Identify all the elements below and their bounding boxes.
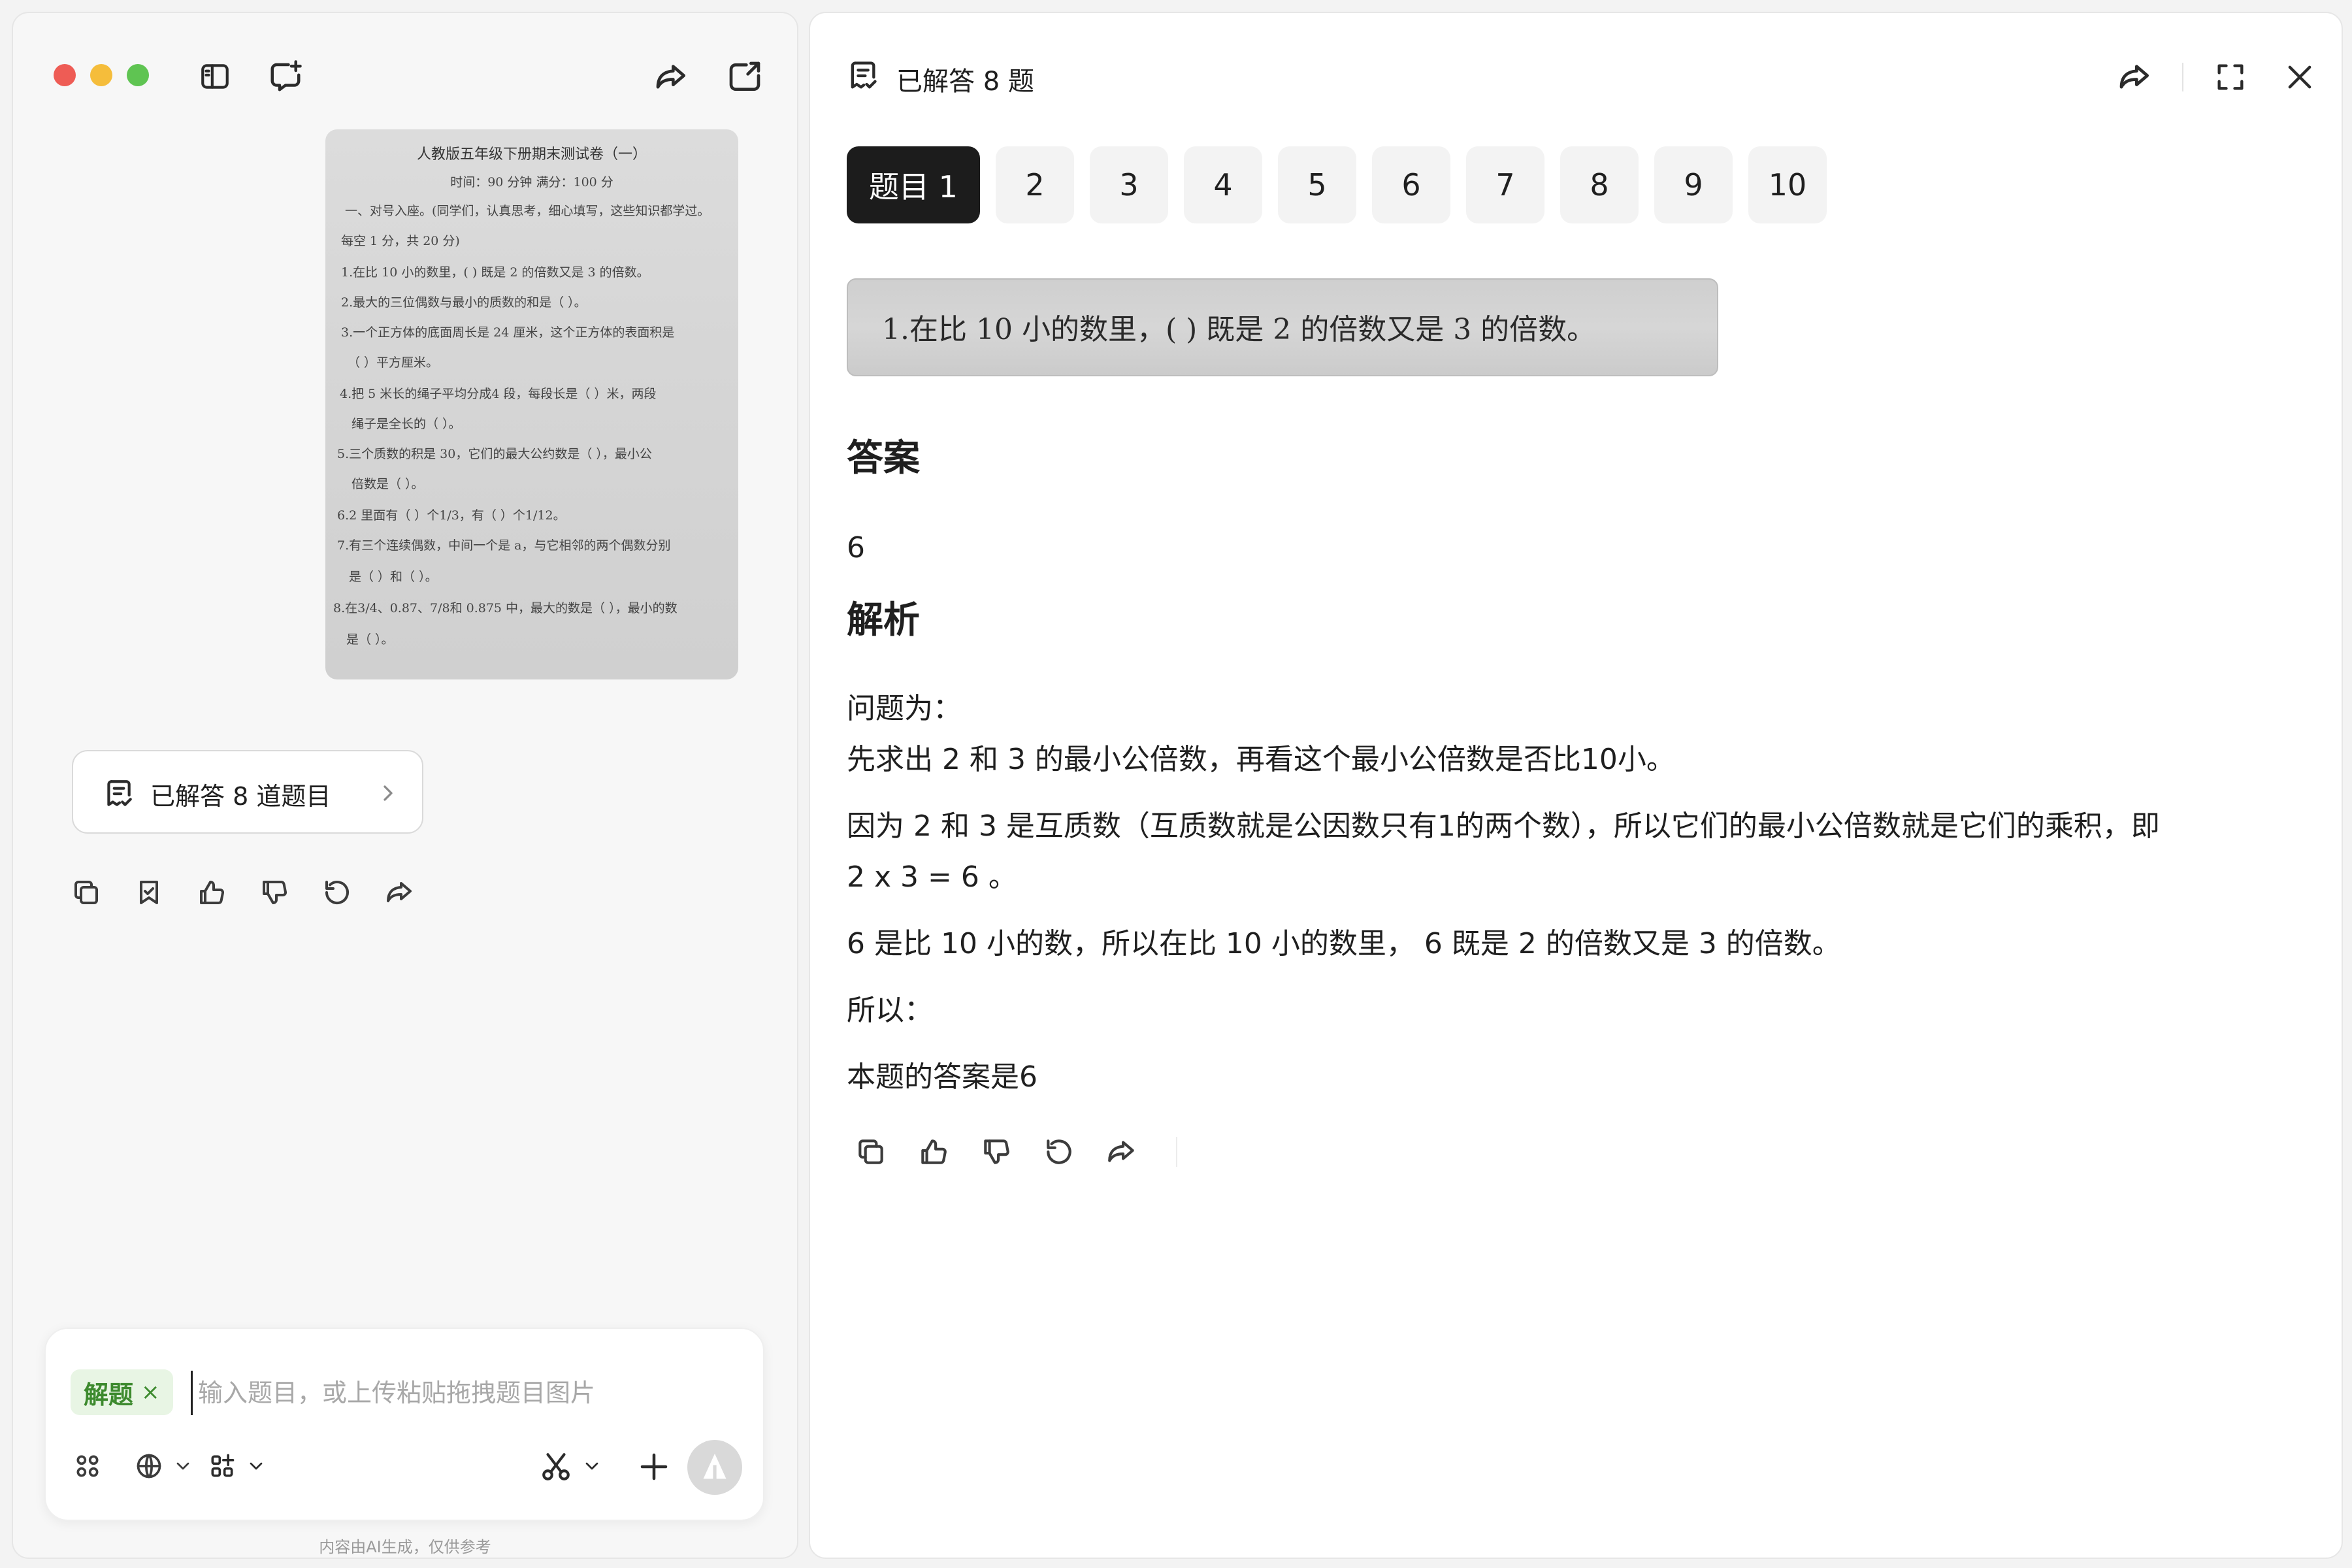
tab-question-5[interactable]: 5 [1278,146,1356,223]
chat-window: 人教版五年级下册期末测试卷（一） 时间：90 分钟 满分：100 分 一、对号入… [12,12,798,1559]
analysis-paragraph: 本题的答案是6 [847,1060,1037,1094]
ai-disclaimer: 内容由AI生成，仅供参考 [319,1538,491,1556]
copy-icon[interactable] [71,877,102,908]
zoom-window-button[interactable] [127,64,149,86]
analysis-paragraph: 因为 2 和 3 是互质数（互质数就是公因数只有1的两个数），所以它们的最小公倍… [847,809,2160,843]
tab-question-8[interactable]: 8 [1560,146,1639,223]
message-composer: 解题 × [44,1328,764,1521]
question-tabs: 题目 1 2 3 4 5 6 7 8 9 10 [847,146,1827,223]
exam-line: 绳子是全长的（ ）。 [351,417,461,431]
tab-question-1[interactable]: 题目 1 [847,146,980,223]
skill-chip[interactable]: 解题 × [71,1369,173,1415]
share-message-icon[interactable] [1105,1135,1138,1168]
tab-question-3[interactable]: 3 [1090,146,1168,223]
remove-skill-icon[interactable]: × [141,1379,160,1405]
share-icon[interactable] [653,59,690,95]
exam-line: 一、对号入座。(同学们，认真思考，细心填写，这些知识都学过。 [345,204,710,218]
share-message-icon[interactable] [384,877,416,908]
sidebar-toggle-icon[interactable] [199,60,231,93]
send-button[interactable] [687,1440,742,1495]
exam-line: 8.在3/4、0.87、7/8和 0.875 中，最大的数是（ ），最小的数 [333,601,678,615]
exam-line: 时间：90 分钟 满分：100 分 [450,175,613,189]
exam-line: 5.三个质数的积是 30，它们的最大公约数是（ ），最小公 [337,447,652,461]
panel-title: 已解答 8 题 [896,67,1034,97]
exam-line: 是（ ）。 [346,632,394,647]
exam-line: 1.在比 10 小的数里，( ) 既是 2 的倍数又是 3 的倍数。 [341,265,649,280]
exam-line: 倍数是（ ）。 [351,477,424,491]
exam-line: 每空 1 分，共 20 分) [341,234,460,248]
analysis-paragraph: 6 是比 10 小的数，所以在比 10 小的数里， 6 既是 2 的倍数又是 3… [847,927,1841,960]
solution-panel: 已解答 8 题 题目 1 2 3 4 5 6 7 8 9 10 1.在比 10 … [809,12,2343,1559]
tools-icon[interactable] [73,1452,102,1480]
close-window-button[interactable] [54,64,76,86]
analysis-heading: 解析 [847,599,920,642]
analysis-paragraph: 先求出 2 和 3 的最小公倍数，再看这个最小公倍数是否比10小。 [847,743,1675,776]
thumbs-down-icon[interactable] [980,1135,1013,1168]
add-attachment-icon[interactable] [636,1449,672,1484]
chevron-down-icon[interactable] [172,1456,193,1477]
message-input[interactable] [191,1371,748,1415]
analysis-paragraph: 2 x 3 = 6 。 [847,860,1017,894]
tab-question-7[interactable]: 7 [1466,146,1544,223]
new-chat-icon[interactable] [268,59,303,94]
exam-line: 3.一个正方体的底面周长是 24 厘米，这个正方体的表面积是 [341,325,675,340]
question-crop-image: 1.在比 10 小的数里，( ) 既是 2 的倍数又是 3 的倍数。 [847,278,1718,376]
exam-paper-image[interactable]: 人教版五年级下册期末测试卷（一） 时间：90 分钟 满分：100 分 一、对号入… [325,129,738,679]
exam-line: （ ）平方厘米。 [348,355,439,370]
chevron-down-icon[interactable] [581,1456,602,1477]
tab-question-4[interactable]: 4 [1184,146,1262,223]
chevron-down-icon[interactable] [246,1456,267,1477]
analysis-paragraph: 问题为： [847,692,962,725]
exam-line: 2.最大的三位偶数与最小的质数的和是（ ）。 [341,295,587,310]
fullscreen-icon[interactable] [2213,60,2247,94]
tab-question-9[interactable]: 9 [1654,146,1733,223]
question-list-icon [845,59,879,93]
minimize-window-button[interactable] [90,64,112,86]
globe-icon[interactable] [135,1452,163,1480]
solved-questions-label: 已解答 8 道题目 [150,782,331,811]
tab-question-6[interactable]: 6 [1372,146,1450,223]
actions-divider [1176,1137,1177,1167]
question-list-icon [102,777,135,810]
exam-line: 人教版五年级下册期末测试卷（一） [416,146,647,163]
share-icon[interactable] [2117,59,2153,95]
answer-value: 6 [847,531,865,564]
copy-icon[interactable] [855,1135,887,1168]
skill-chip-label: 解题 [84,1380,134,1409]
chevron-right-icon [375,780,401,806]
new-window-icon[interactable] [727,59,763,95]
question-crop-text: 1.在比 10 小的数里，( ) 既是 2 的倍数又是 3 的倍数。 [882,313,1596,346]
toolbar-divider [2182,63,2183,91]
analysis-paragraph: 所以： [847,994,933,1027]
regenerate-icon[interactable] [1043,1135,1075,1168]
exam-line: 6.2 里面有（ ）个1/3，有（ ）个1/12。 [337,508,566,523]
exam-line: 是（ ）和（ ）。 [349,570,438,584]
regenerate-icon[interactable] [321,877,353,908]
thumbs-up-icon[interactable] [917,1135,950,1168]
thumbs-up-icon[interactable] [196,877,227,908]
close-icon[interactable] [2283,60,2317,94]
exam-line: 7.有三个连续偶数，中间一个是 a，与它相邻的两个偶数分别 [337,538,671,553]
thumbs-down-icon[interactable] [259,877,290,908]
exam-line: 4.把 5 米长的绳子平均分成4 段，每段长是（ ）米，两段 [340,387,657,401]
solved-questions-button[interactable]: 已解答 8 道题目 [72,750,423,834]
tab-question-2[interactable]: 2 [996,146,1074,223]
scissors-icon[interactable] [540,1450,572,1483]
apps-icon[interactable] [208,1452,237,1480]
tab-question-10[interactable]: 10 [1748,146,1827,223]
bookmark-icon[interactable] [133,877,165,908]
answer-heading: 答案 [847,437,920,480]
